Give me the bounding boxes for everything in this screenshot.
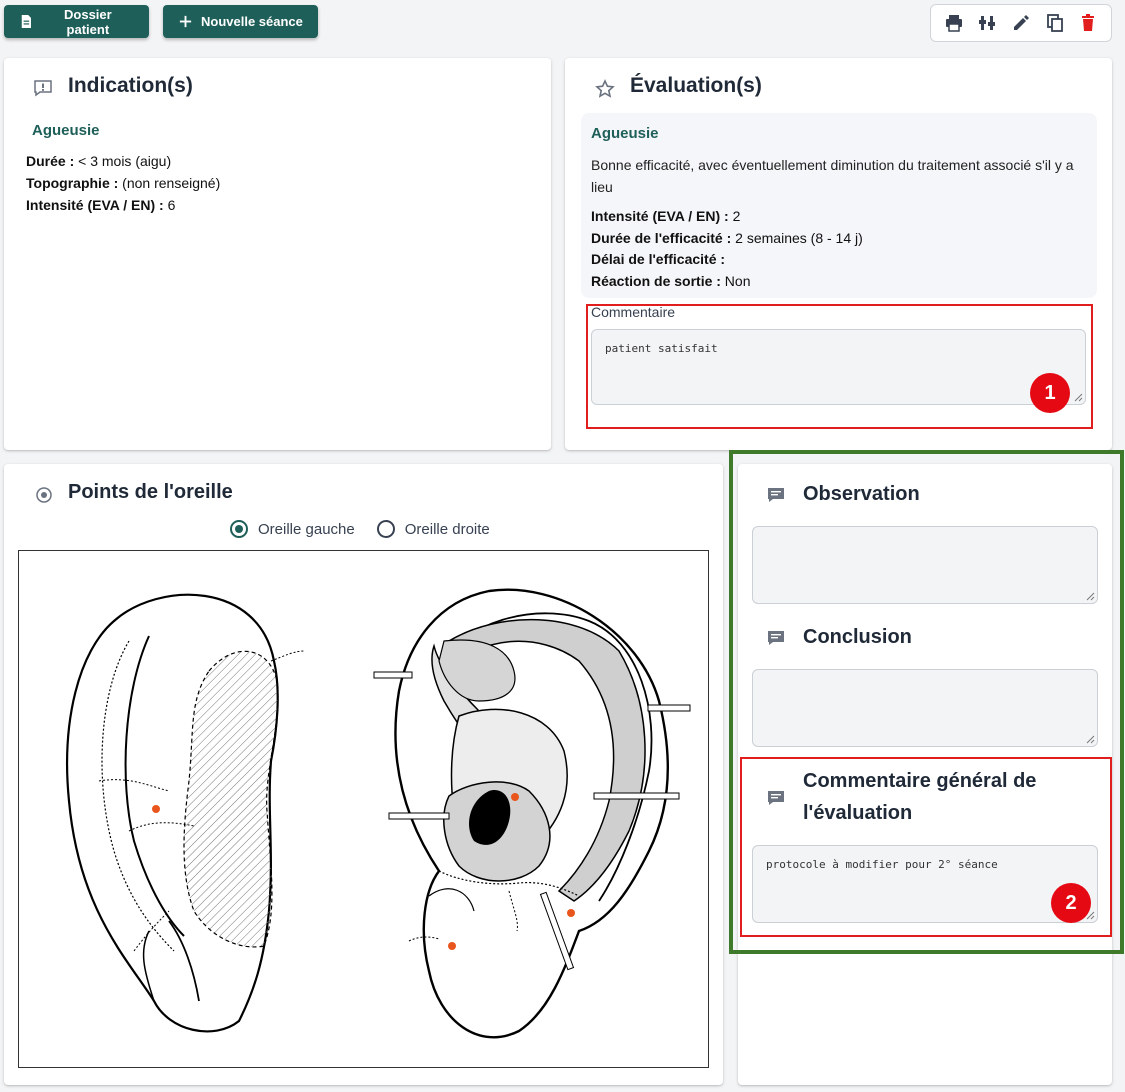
annotation-frame-1 [586,304,1093,429]
indication-topography: Topographie : (non renseigné) [26,175,220,191]
ear-diagram [18,550,709,1068]
delete-icon [1082,14,1095,31]
print-button[interactable] [941,10,967,36]
ear-side-selector: Oreille gauche Oreille droite [230,520,490,538]
ear-point-right-1[interactable] [511,793,519,801]
evaluation-intensity: Intensité (EVA / EN) : 2 [591,208,740,224]
action-toolbar [930,4,1112,42]
edit-icon [1013,15,1029,30]
indication-duration: Durée : < 3 mois (aigu) [26,153,171,169]
new-session-label: Nouvelle séance [201,14,303,29]
annotation-badge-1: 1 [1030,373,1070,413]
ear-point-left-1[interactable] [152,805,160,813]
field-value: 2 [728,208,741,224]
adjust-icon [979,16,996,30]
annotation-badge-2: 2 [1051,883,1091,923]
indication-name: Agueusie [32,122,100,139]
field-value: 6 [163,197,176,213]
observation-title: Observation [803,483,920,505]
evaluation-duration: Durée de l'efficacité : 2 semaines (8 - … [591,230,863,246]
printer-icon [945,15,962,32]
field-value: 2 semaines (8 - 14 j) [731,230,863,246]
radio-right-ear[interactable] [376,520,395,538]
message-icon [768,488,784,502]
plus-icon [179,15,192,28]
delete-button[interactable] [1075,10,1101,36]
right-ear-drawing [373,588,691,1039]
edit-button[interactable] [1008,10,1034,36]
field-label: Délai de l'efficacité : [591,251,726,267]
field-label: Durée : [26,153,75,169]
conclusion-textarea[interactable] [752,669,1098,747]
document-icon [21,15,31,28]
ear-illustration [66,588,691,1039]
field-label: Topographie : [26,175,119,191]
evaluation-name: Agueusie [591,125,659,142]
evaluation-description: Bonne efficacité, avec éventuellement di… [591,157,1074,195]
copy-icon [1046,14,1063,32]
dossier-patient-label: Dossier patient [64,6,112,37]
observation-textarea[interactable] [752,526,1098,604]
evaluation-exit-reaction: Réaction de sortie : Non [591,273,751,289]
resize-handle-icon[interactable] [1085,591,1095,601]
ear-point-right-3[interactable] [448,942,456,950]
field-value: (non renseigné) [118,175,221,191]
alert-message-icon [34,80,52,97]
field-label: Réaction de sortie : [591,273,721,289]
indication-card [4,58,551,450]
field-value: Non [720,273,751,289]
radio-left-label: Oreille gauche [258,520,355,538]
message-icon [768,631,784,645]
conclusion-title: Conclusion [803,626,912,648]
target-icon [36,487,52,503]
evaluation-title: Évaluation(s) [630,74,762,97]
left-ear-drawing [66,593,305,1033]
evaluation-delay: Délai de l'efficacité : [591,251,725,267]
field-label: Durée de l'efficacité : [591,230,732,246]
new-session-button[interactable]: Nouvelle séance [163,5,318,38]
star-icon [595,79,615,98]
radio-left-ear[interactable] [230,520,248,538]
dossier-patient-button[interactable]: Dossier patient [4,5,149,38]
radio-right-label: Oreille droite [404,520,490,538]
adjust-button[interactable] [974,10,1000,36]
ear-point-right-2[interactable] [567,909,575,917]
ear-points-title: Points de l'oreille [68,481,233,503]
field-label: Intensité (EVA / EN) : [591,208,729,224]
indication-intensity: Intensité (EVA / EN) : 6 [26,197,175,213]
indication-title: Indication(s) [68,74,193,97]
copy-button[interactable] [1042,10,1068,36]
resize-handle-icon[interactable] [1085,734,1095,744]
field-value: < 3 mois (aigu) [74,153,172,169]
field-label: Intensité (EVA / EN) : [26,197,164,213]
